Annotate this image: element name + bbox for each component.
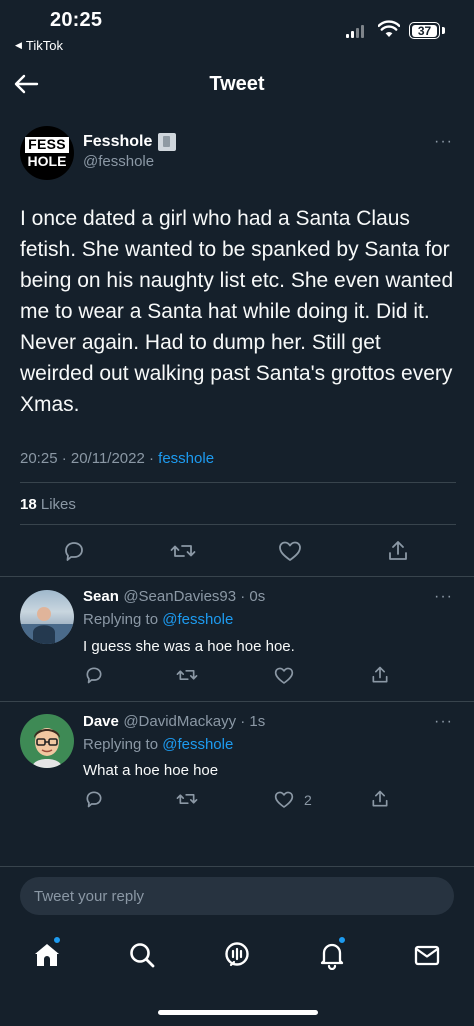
- home-indicator[interactable]: [158, 1010, 318, 1015]
- replying-to: Replying to @fesshole: [83, 611, 233, 628]
- comment-icon: [65, 542, 83, 561]
- tab-search[interactable]: [127, 940, 157, 970]
- tweet-timestamp: 20:25 · 20/11/2022 ·: [20, 450, 159, 467]
- share-button[interactable]: [370, 665, 390, 690]
- retweet-icon: [176, 670, 198, 680]
- likes-label: Likes: [40, 496, 76, 513]
- bottom-tab-bar: [0, 930, 474, 980]
- person-photo-icon: [20, 607, 74, 644]
- reply-author-name[interactable]: Sean: [83, 588, 119, 605]
- reply-button[interactable]: [62, 539, 86, 568]
- like-count: 2: [304, 791, 312, 808]
- reply-text: I guess she was a hoe hoe hoe.: [83, 638, 295, 655]
- author-name-text: Fesshole: [83, 133, 153, 150]
- retweet-button[interactable]: [176, 789, 198, 814]
- retweet-button[interactable]: [170, 539, 196, 568]
- heart-icon: [279, 541, 301, 561]
- divider: [20, 524, 456, 525]
- reply-avatar[interactable]: [20, 590, 74, 644]
- page-title: Tweet: [209, 73, 265, 95]
- avatar-text-bottom: HOLE: [24, 152, 70, 169]
- tab-notifications[interactable]: [317, 936, 347, 971]
- more-options-icon[interactable]: ···: [434, 588, 453, 606]
- tweet-text: I once dated a girl who had a Santa Clau…: [20, 207, 454, 416]
- cartoon-avatar-icon: [32, 728, 62, 768]
- tab-messages[interactable]: [412, 940, 442, 970]
- replying-to-link[interactable]: @fesshole: [162, 611, 233, 628]
- more-options-icon[interactable]: ···: [434, 133, 453, 151]
- affiliation-badge-icon: [158, 133, 177, 151]
- reply-author-handle[interactable]: @DavidMackayy · 1s: [123, 713, 265, 730]
- reply-avatar[interactable]: [20, 714, 74, 768]
- likes-count: 18: [20, 496, 37, 513]
- avatar-text-top: FESS: [25, 137, 69, 152]
- reply-button[interactable]: [84, 789, 104, 814]
- reply-author-name[interactable]: Dave: [83, 713, 119, 730]
- share-icon: [389, 541, 407, 560]
- replying-to-prefix: Replying to: [83, 611, 163, 628]
- reply-button[interactable]: [84, 665, 104, 690]
- battery-indicator: 37: [409, 22, 440, 39]
- reply-composer[interactable]: Tweet your reply: [20, 877, 454, 915]
- author-name[interactable]: Fesshole: [83, 133, 177, 151]
- reply-author-handle[interactable]: @SeanDavies93 · 0s: [123, 588, 265, 605]
- home-icon: [35, 944, 59, 966]
- tab-home[interactable]: [32, 936, 62, 970]
- back-triangle-icon: ◀: [15, 40, 22, 50]
- share-icon: [372, 666, 388, 683]
- reply-text: What a hoe hoe hoe: [83, 762, 219, 779]
- author-avatar[interactable]: FESS HOLE: [20, 126, 74, 180]
- like-button[interactable]: [274, 666, 294, 690]
- share-button[interactable]: [386, 539, 410, 568]
- comment-icon: [86, 667, 102, 684]
- replying-to: Replying to @fesshole: [83, 736, 233, 753]
- likes-summary[interactable]: 18 Likes: [20, 496, 76, 513]
- reply-composer-placeholder: Tweet your reply: [34, 887, 145, 905]
- share-icon: [372, 790, 388, 807]
- reply-header: Dave @DavidMackayy · 1s: [83, 713, 265, 731]
- author-handle[interactable]: @fesshole: [83, 153, 154, 170]
- share-button[interactable]: [370, 789, 390, 814]
- like-button[interactable]: [278, 540, 302, 567]
- battery-level: 37: [412, 24, 437, 37]
- replying-to-link[interactable]: @fesshole: [162, 736, 233, 753]
- divider: [20, 482, 456, 483]
- spaces-icon: [225, 942, 249, 967]
- notification-dot: [53, 936, 61, 944]
- retweet-icon: [176, 794, 198, 804]
- tweet-meta: 20:25 · 20/11/2022 · fesshole: [20, 450, 214, 467]
- search-icon: [130, 943, 155, 968]
- like-button[interactable]: 2: [274, 790, 312, 809]
- tweet-source-link[interactable]: fesshole: [158, 450, 214, 467]
- divider: [0, 701, 474, 702]
- retweet-icon: [170, 545, 196, 557]
- comment-icon: [86, 791, 102, 808]
- back-to-app[interactable]: ◀ TikTok: [15, 38, 63, 53]
- retweet-button[interactable]: [176, 665, 198, 690]
- tab-spaces[interactable]: [222, 940, 252, 970]
- mail-icon: [414, 945, 440, 966]
- battery-nub: [442, 27, 445, 34]
- divider: [0, 576, 474, 577]
- notification-dot: [338, 936, 346, 944]
- wifi-icon: [378, 20, 400, 37]
- heart-icon: [274, 791, 294, 808]
- divider: [0, 866, 474, 867]
- status-time: 20:25: [50, 9, 103, 31]
- heart-icon: [274, 667, 294, 684]
- more-options-icon[interactable]: ···: [434, 713, 453, 731]
- back-app-label: TikTok: [25, 38, 63, 53]
- signal-icon: [346, 24, 364, 38]
- replying-to-prefix: Replying to: [83, 736, 163, 753]
- reply-header: Sean @SeanDavies93 · 0s: [83, 588, 265, 606]
- bell-icon: [320, 943, 344, 971]
